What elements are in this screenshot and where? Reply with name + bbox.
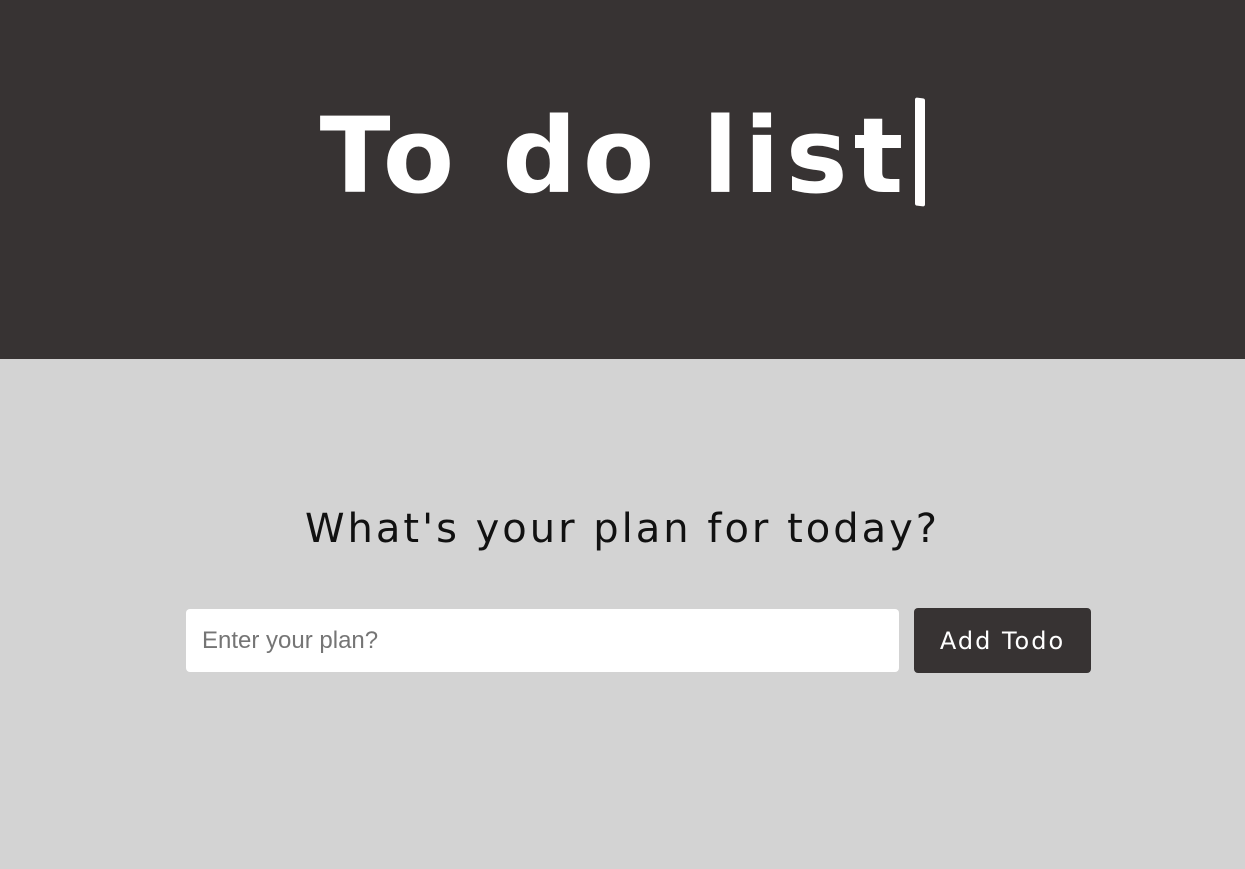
header-banner: To do list — [0, 0, 1245, 359]
add-todo-button[interactable]: Add Todo — [914, 608, 1091, 673]
page-title: To do list — [0, 96, 1245, 216]
plan-input[interactable] — [186, 609, 899, 672]
plan-prompt-heading: What's your plan for today? — [304, 506, 941, 552]
typing-cursor — [915, 97, 926, 207]
main-section: What's your plan for today? Add Todo — [0, 359, 1245, 869]
page-title-text: To do list — [319, 95, 910, 217]
